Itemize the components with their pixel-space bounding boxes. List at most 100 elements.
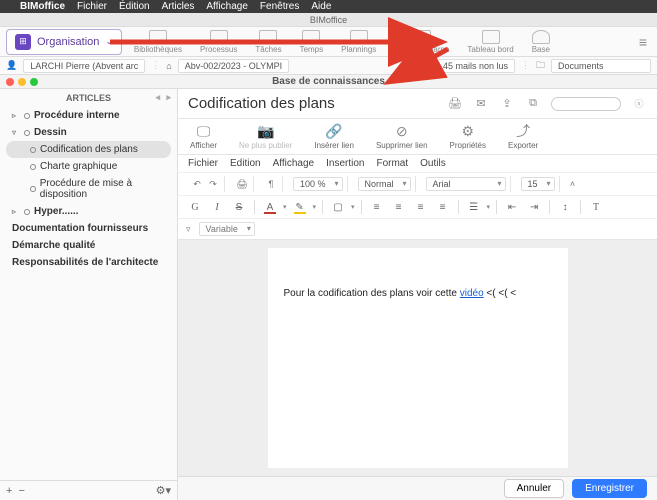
strike-icon[interactable]: S bbox=[230, 199, 248, 215]
window-title: BIMoffice bbox=[310, 15, 347, 25]
emenu-view[interactable]: Affichage bbox=[273, 158, 315, 169]
hamburger-icon[interactable]: ≡ bbox=[635, 30, 651, 54]
tree-node-dessin[interactable]: ▿Dessin bbox=[0, 124, 177, 141]
minimize-icon[interactable] bbox=[18, 78, 26, 86]
gear-icon[interactable]: ⚙▾ bbox=[156, 484, 171, 497]
font-select[interactable]: Arial bbox=[426, 177, 506, 191]
align-justify-icon[interactable]: ≡ bbox=[434, 199, 452, 215]
action-export[interactable]: ⤴Exporter bbox=[508, 123, 538, 150]
tree-node-demarche[interactable]: Démarche qualité bbox=[0, 237, 177, 254]
print-icon[interactable]: 🖨 bbox=[447, 97, 463, 111]
action-properties[interactable]: ⚙Propriétés bbox=[450, 123, 486, 150]
tool-base[interactable]: Base bbox=[532, 30, 550, 54]
variable-select[interactable]: Variable bbox=[199, 222, 255, 236]
action-afficher[interactable]: 🖵Afficher bbox=[190, 123, 217, 150]
tool-taches[interactable]: Tâches bbox=[255, 30, 281, 54]
docs-chip[interactable]: Documents bbox=[551, 59, 651, 73]
menu-affichage[interactable]: Affichage bbox=[206, 1, 248, 12]
menu-windows[interactable]: Fenêtres bbox=[260, 1, 299, 12]
border-icon[interactable]: ▢ bbox=[329, 199, 347, 215]
menu-file[interactable]: Fichier bbox=[77, 1, 107, 12]
print-toolbar-icon[interactable]: 🖨 bbox=[235, 177, 249, 191]
tree-node-hyper[interactable]: ▹Hyper...... bbox=[0, 203, 177, 220]
clear-search-icon[interactable]: ⓧ bbox=[631, 97, 647, 111]
body-text[interactable]: Pour la codification des plans voir cett… bbox=[284, 288, 552, 299]
zoom-select[interactable]: 100 % bbox=[293, 177, 343, 191]
emenu-format[interactable]: Format bbox=[376, 158, 408, 169]
tree-node-docfourn[interactable]: Documentation fournisseurs bbox=[0, 220, 177, 237]
nav-arrows[interactable]: ◂ ▸ bbox=[155, 92, 173, 103]
text-color-icon[interactable]: A bbox=[261, 199, 279, 215]
size-up-icon[interactable]: ˄ bbox=[566, 177, 580, 191]
action-delete-link[interactable]: ⊘Supprimer lien bbox=[376, 123, 428, 150]
tool-processus[interactable]: Processus bbox=[200, 30, 237, 54]
format-toolbar-1: ↶ ↷ 🖨 ¶ 100 % Normal Arial 15 ˄ bbox=[178, 173, 657, 196]
tree-node-responsab[interactable]: Responsabilités de l'architecte bbox=[0, 254, 177, 271]
footer: Annuler Enregistrer bbox=[178, 476, 657, 500]
camera-off-icon: 📷 bbox=[255, 123, 277, 139]
tool-temps[interactable]: Temps bbox=[300, 30, 324, 54]
action-nopublish[interactable]: 📷Ne plus publier bbox=[239, 123, 292, 150]
emenu-tools[interactable]: Outils bbox=[420, 158, 446, 169]
list-ul-icon[interactable]: ☰ bbox=[465, 199, 483, 215]
action-insert-link[interactable]: 🔗Insérer lien bbox=[314, 123, 354, 150]
emenu-insert[interactable]: Insertion bbox=[326, 158, 364, 169]
mail-send-icon[interactable]: ✉ bbox=[473, 97, 489, 111]
para-icon[interactable]: ¶ bbox=[264, 177, 278, 191]
emenu-edit[interactable]: Edition bbox=[230, 158, 261, 169]
search-input[interactable] bbox=[551, 97, 621, 111]
organisation-dropdown[interactable]: ⊞ Organisation ⌄ bbox=[6, 29, 122, 55]
style-select[interactable]: Normal bbox=[358, 177, 411, 191]
document-page[interactable]: Pour la codification des plans voir cett… bbox=[268, 248, 568, 468]
project-chip[interactable]: Abv-002/2023 - OLYMPI bbox=[178, 59, 289, 73]
highlight-icon[interactable]: ✎ bbox=[291, 199, 309, 215]
redo-icon[interactable]: ↷ bbox=[206, 177, 220, 191]
menu-articles[interactable]: Articles bbox=[162, 1, 195, 12]
format-toolbar-2: G I S A▾ ✎▾ ▢▾ ≡ ≡ ≡ ≡ ☰▾ ⇤ ⇥ ↕ T bbox=[178, 196, 657, 219]
tree-node-codification[interactable]: Codification des plans bbox=[6, 141, 171, 158]
menu-edit[interactable]: Édition bbox=[119, 1, 150, 12]
top-toolbar: ⊞ Organisation ⌄ Bibliothèques Processus… bbox=[0, 27, 657, 57]
editor-canvas[interactable]: Pour la codification des plans voir cett… bbox=[178, 240, 657, 476]
mail-chip[interactable]: 45 mails non lus bbox=[436, 59, 515, 73]
outdent-icon[interactable]: ⇤ bbox=[503, 199, 521, 215]
align-center-icon[interactable]: ≡ bbox=[390, 199, 408, 215]
home-icon: ⌂ bbox=[166, 61, 171, 71]
size-select[interactable]: 15 bbox=[521, 177, 555, 191]
save-button[interactable]: Enregistrer bbox=[572, 479, 647, 498]
clear-format-icon[interactable]: T bbox=[587, 199, 605, 215]
align-right-icon[interactable]: ≡ bbox=[412, 199, 430, 215]
zoom-icon[interactable] bbox=[30, 78, 38, 86]
menu-help[interactable]: Aide bbox=[311, 1, 331, 12]
menu-app[interactable]: BIMoffice bbox=[20, 1, 65, 12]
traffic-lights[interactable] bbox=[6, 78, 38, 86]
dashboard-icon bbox=[482, 30, 500, 44]
video-link[interactable]: vidéo bbox=[460, 288, 484, 299]
tool-analyse[interactable]: Analyse charge bbox=[394, 30, 449, 54]
cancel-button[interactable]: Annuler bbox=[504, 479, 564, 498]
tool-tableau[interactable]: Tableau bord bbox=[467, 30, 513, 54]
font-style-icon[interactable]: G bbox=[186, 199, 204, 215]
emenu-file[interactable]: Fichier bbox=[188, 158, 218, 169]
tree-node-charte[interactable]: Charte graphique bbox=[0, 158, 177, 175]
tree-node-mise-dispo[interactable]: Procédure de mise à disposition bbox=[0, 175, 177, 203]
undo-icon[interactable]: ↶ bbox=[190, 177, 204, 191]
copy-icon[interactable]: ⧉ bbox=[525, 97, 541, 111]
tree-node-procedure-interne[interactable]: ▹Procédure interne bbox=[0, 107, 177, 124]
user-chip[interactable]: LARCHI Pierre (Abvent arc bbox=[23, 59, 145, 73]
indent-icon[interactable]: ⇥ bbox=[525, 199, 543, 215]
export-doc-icon[interactable]: ⇪ bbox=[499, 97, 515, 111]
action-bar: 🖵Afficher 📷Ne plus publier 🔗Insérer lien… bbox=[178, 119, 657, 155]
close-icon[interactable] bbox=[6, 78, 14, 86]
add-icon[interactable]: + bbox=[6, 485, 12, 497]
italic-icon[interactable]: I bbox=[208, 199, 226, 215]
analysis-icon bbox=[413, 30, 431, 44]
v-icon[interactable]: ▿ bbox=[186, 224, 191, 235]
display-icon: 🖵 bbox=[192, 123, 214, 139]
align-left-icon[interactable]: ≡ bbox=[368, 199, 386, 215]
remove-icon[interactable]: − bbox=[18, 485, 24, 497]
tool-bibliotheques[interactable]: Bibliothèques bbox=[134, 30, 182, 54]
sidebar-footer: + − ⚙▾ bbox=[0, 480, 177, 500]
tool-plannings[interactable]: Plannings bbox=[341, 30, 376, 54]
linespacing-icon[interactable]: ↕ bbox=[556, 199, 574, 215]
